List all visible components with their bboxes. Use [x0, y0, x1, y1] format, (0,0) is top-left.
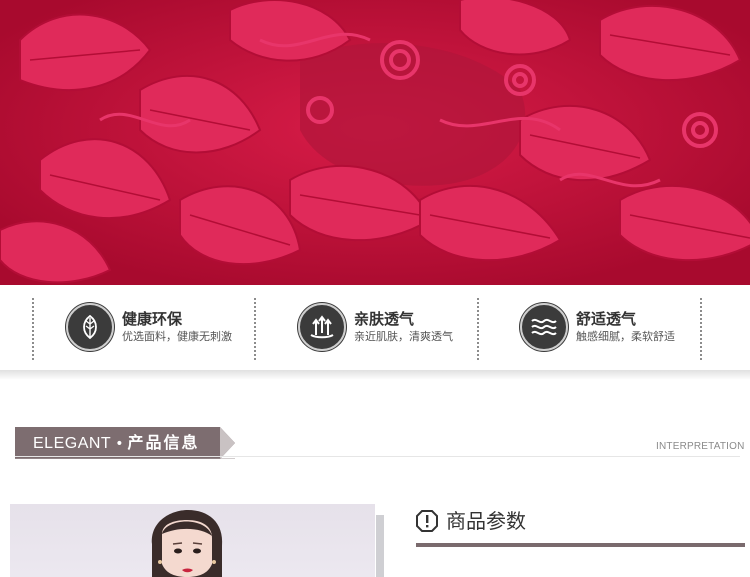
info-icon — [416, 510, 438, 532]
banner-text: ELEGANT • 产品信息 — [33, 427, 199, 459]
model-portrait — [151, 510, 223, 577]
feature-subtitle: 优选面料，健康无刺激 — [122, 330, 232, 343]
feature-subtitle: 亲近肌肤，清爽透气 — [354, 330, 453, 343]
section-divider — [15, 456, 740, 457]
feature-separator — [477, 298, 479, 360]
features-shadow — [0, 370, 750, 380]
product-photo — [10, 504, 375, 577]
params-divider — [416, 543, 745, 547]
banner-english: ELEGANT — [33, 435, 112, 452]
banner-chinese: 产品信息 — [127, 433, 200, 452]
feature-eco: 健康环保 优选面料，健康无刺激 — [66, 301, 232, 353]
feature-title: 舒适透气 — [576, 310, 637, 328]
feature-title: 亲肤透气 — [354, 310, 415, 328]
feature-subtitle: 触感细腻，柔软舒适 — [576, 330, 675, 343]
feature-title: 健康环保 — [122, 310, 183, 328]
feature-separator — [254, 298, 256, 360]
banner-dot: • — [115, 436, 124, 452]
feature-separator — [700, 298, 702, 360]
feature-comfort: 舒适透气 触感细腻，柔软舒适 — [520, 301, 675, 353]
section-right-label: INTERPRETATION — [656, 441, 745, 452]
wave-icon — [520, 303, 568, 351]
leaf-icon — [66, 303, 114, 351]
photo-side-bar — [376, 515, 384, 577]
params-title: 商品参数 — [446, 509, 526, 533]
lace-pattern — [0, 0, 750, 285]
hero-lace-image — [0, 0, 750, 285]
feature-breathable: 亲肤透气 亲近肌肤，清爽透气 — [298, 301, 453, 353]
breathable-arrows-icon — [298, 303, 346, 351]
section-heading-banner: ELEGANT • 产品信息 — [15, 427, 235, 459]
feature-separator — [32, 298, 34, 360]
